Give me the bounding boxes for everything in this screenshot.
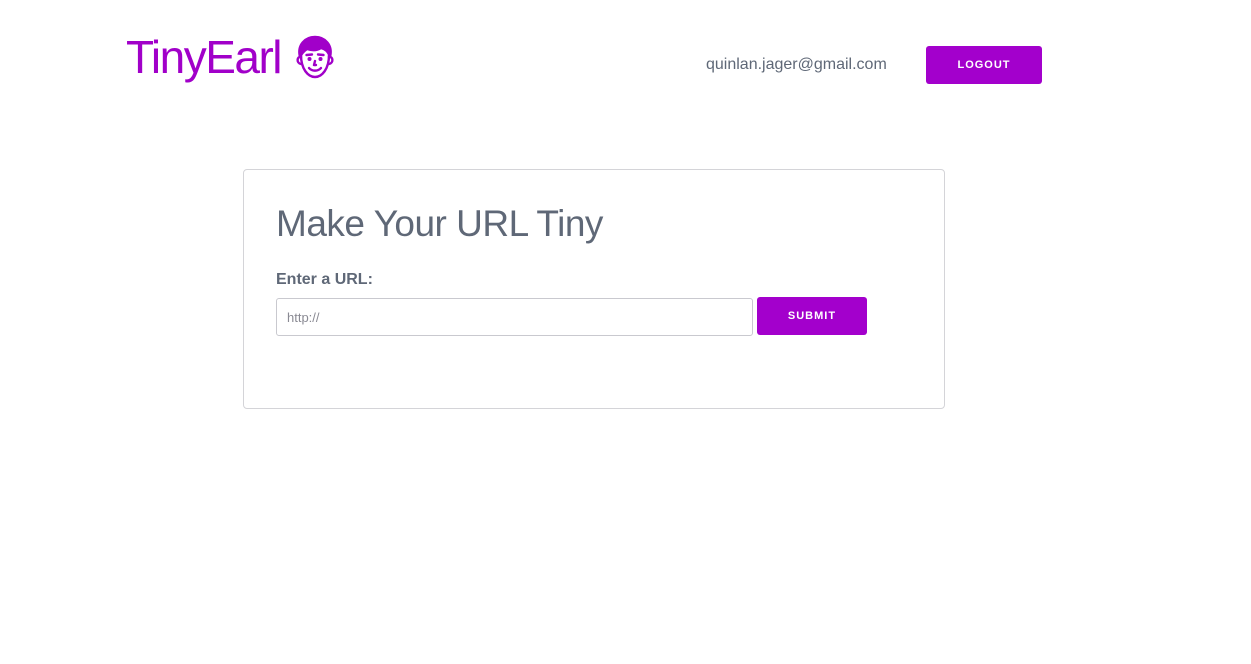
brand-name: TinyEarl <box>126 31 283 83</box>
brand-logo-link[interactable]: TinyEarl <box>126 31 339 83</box>
url-input[interactable] <box>276 298 753 336</box>
page-title: Make Your URL Tiny <box>276 203 603 244</box>
url-field-label: Enter a URL: <box>276 271 373 288</box>
site-header: TinyEarl quinlan.jager@gmail.com LOGOUT <box>0 0 1251 120</box>
user-email: quinlan.jager@gmail.com <box>706 56 887 73</box>
logout-button[interactable]: LOGOUT <box>926 46 1042 84</box>
boy-face-icon <box>291 33 339 81</box>
submit-button[interactable]: SUBMIT <box>757 297 867 335</box>
shorten-url-card: Make Your URL Tiny Enter a URL: SUBMIT <box>243 169 945 409</box>
